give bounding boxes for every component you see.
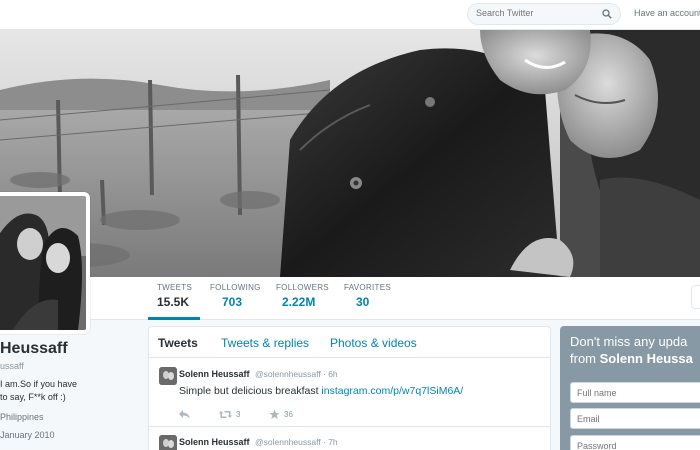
tweet-actions: 3 36 — [179, 407, 379, 421]
signup-subheading: from Solenn Heussa — [570, 351, 700, 366]
favorite-count: 36 — [284, 409, 293, 419]
stat-value: 30 — [356, 295, 370, 309]
tweet-handle-time[interactable]: @solennheussaff · 6h — [255, 369, 338, 379]
profile-joined: January 2010 — [0, 430, 55, 440]
timeline-tabs: Tweets Tweets & replies Photos & videos — [149, 327, 550, 358]
bio-line: to say, F**k off :) — [0, 392, 66, 402]
signup-panel: Don't miss any upda from Solenn Heussa — [560, 326, 700, 450]
signup-from: from — [570, 351, 600, 366]
stat-label: FAVORITES — [344, 283, 392, 292]
stat-followers[interactable]: FOLLOWERS 2.22M — [276, 283, 329, 320]
header-photo — [0, 30, 700, 277]
stat-tweets[interactable]: TWEETS 15.5K — [148, 283, 200, 320]
retweet-icon — [219, 410, 232, 418]
tab-tweets-replies[interactable]: Tweets & replies — [221, 336, 309, 350]
timeline: Tweets Tweets & replies Photos & videos … — [148, 326, 551, 450]
tab-photos-videos[interactable]: Photos & videos — [330, 336, 417, 350]
full-name-field[interactable] — [570, 382, 700, 403]
profile-location: Philippines — [0, 412, 44, 422]
profile-handle[interactable]: ussaff — [0, 361, 24, 371]
stat-value: 15.5K — [157, 295, 190, 309]
tab-tweets[interactable]: Tweets — [158, 336, 198, 350]
profile-name: Heussaff — [0, 340, 68, 357]
search-input[interactable] — [476, 8, 596, 18]
tweet-link[interactable]: instagram.com/p/w7q7lSiM6A/ — [321, 385, 463, 397]
stat-label: FOLLOWING — [210, 283, 261, 292]
have-account-link[interactable]: Have an account? — [634, 8, 700, 18]
stat-favorites[interactable]: FAVORITES 30 — [344, 283, 391, 320]
profile-bio: I am.So if you have to say, F**k off :) — [0, 378, 100, 404]
tweet[interactable]: Solenn Heussaff @solennheussaff · 6h Sim… — [149, 367, 550, 427]
retweet-count: 3 — [236, 409, 241, 419]
reply-icon — [179, 409, 190, 418]
search-icon[interactable] — [602, 9, 612, 19]
tweet-text: Simple but delicious breakfast instagram… — [179, 385, 463, 397]
search-box[interactable] — [467, 3, 621, 25]
bio-line: I am.So if you have — [0, 379, 78, 389]
tweet-avatar[interactable] — [159, 367, 177, 385]
favorite-icon — [269, 409, 280, 419]
stat-value: 2.22M — [282, 295, 316, 309]
signup-heading: Don't miss any upda — [570, 334, 688, 349]
avatar[interactable] — [0, 192, 90, 334]
password-field[interactable] — [570, 435, 700, 450]
stat-label: FOLLOWERS — [276, 283, 329, 292]
tweet[interactable]: Solenn Heussaff @solennheussaff · 7h — [149, 435, 550, 450]
stat-value: 703 — [222, 295, 243, 309]
tweet-author-name[interactable]: Solenn Heussaff — [179, 369, 250, 379]
signup-account-name: Solenn Heussa — [599, 351, 693, 366]
retweet-action[interactable]: 3 — [219, 407, 240, 421]
favorite-action[interactable]: 36 — [269, 407, 293, 421]
email-field[interactable] — [570, 408, 700, 429]
profile-nav: TWEETS 15.5K FOLLOWING 703 FOLLOWERS 2.2… — [0, 277, 700, 320]
tweet-text-body: Simple but delicious breakfast — [179, 385, 322, 397]
tweet-handle-time[interactable]: @solennheussaff · 7h — [255, 437, 338, 447]
reply-action[interactable] — [179, 407, 190, 421]
top-bar: Have an account? — [0, 0, 700, 30]
follow-button[interactable] — [691, 285, 700, 309]
tweet-avatar[interactable] — [159, 435, 177, 450]
stat-label: TWEETS — [157, 283, 193, 292]
tweet-author-name[interactable]: Solenn Heussaff — [179, 437, 250, 447]
stat-following[interactable]: FOLLOWING 703 — [210, 283, 261, 320]
